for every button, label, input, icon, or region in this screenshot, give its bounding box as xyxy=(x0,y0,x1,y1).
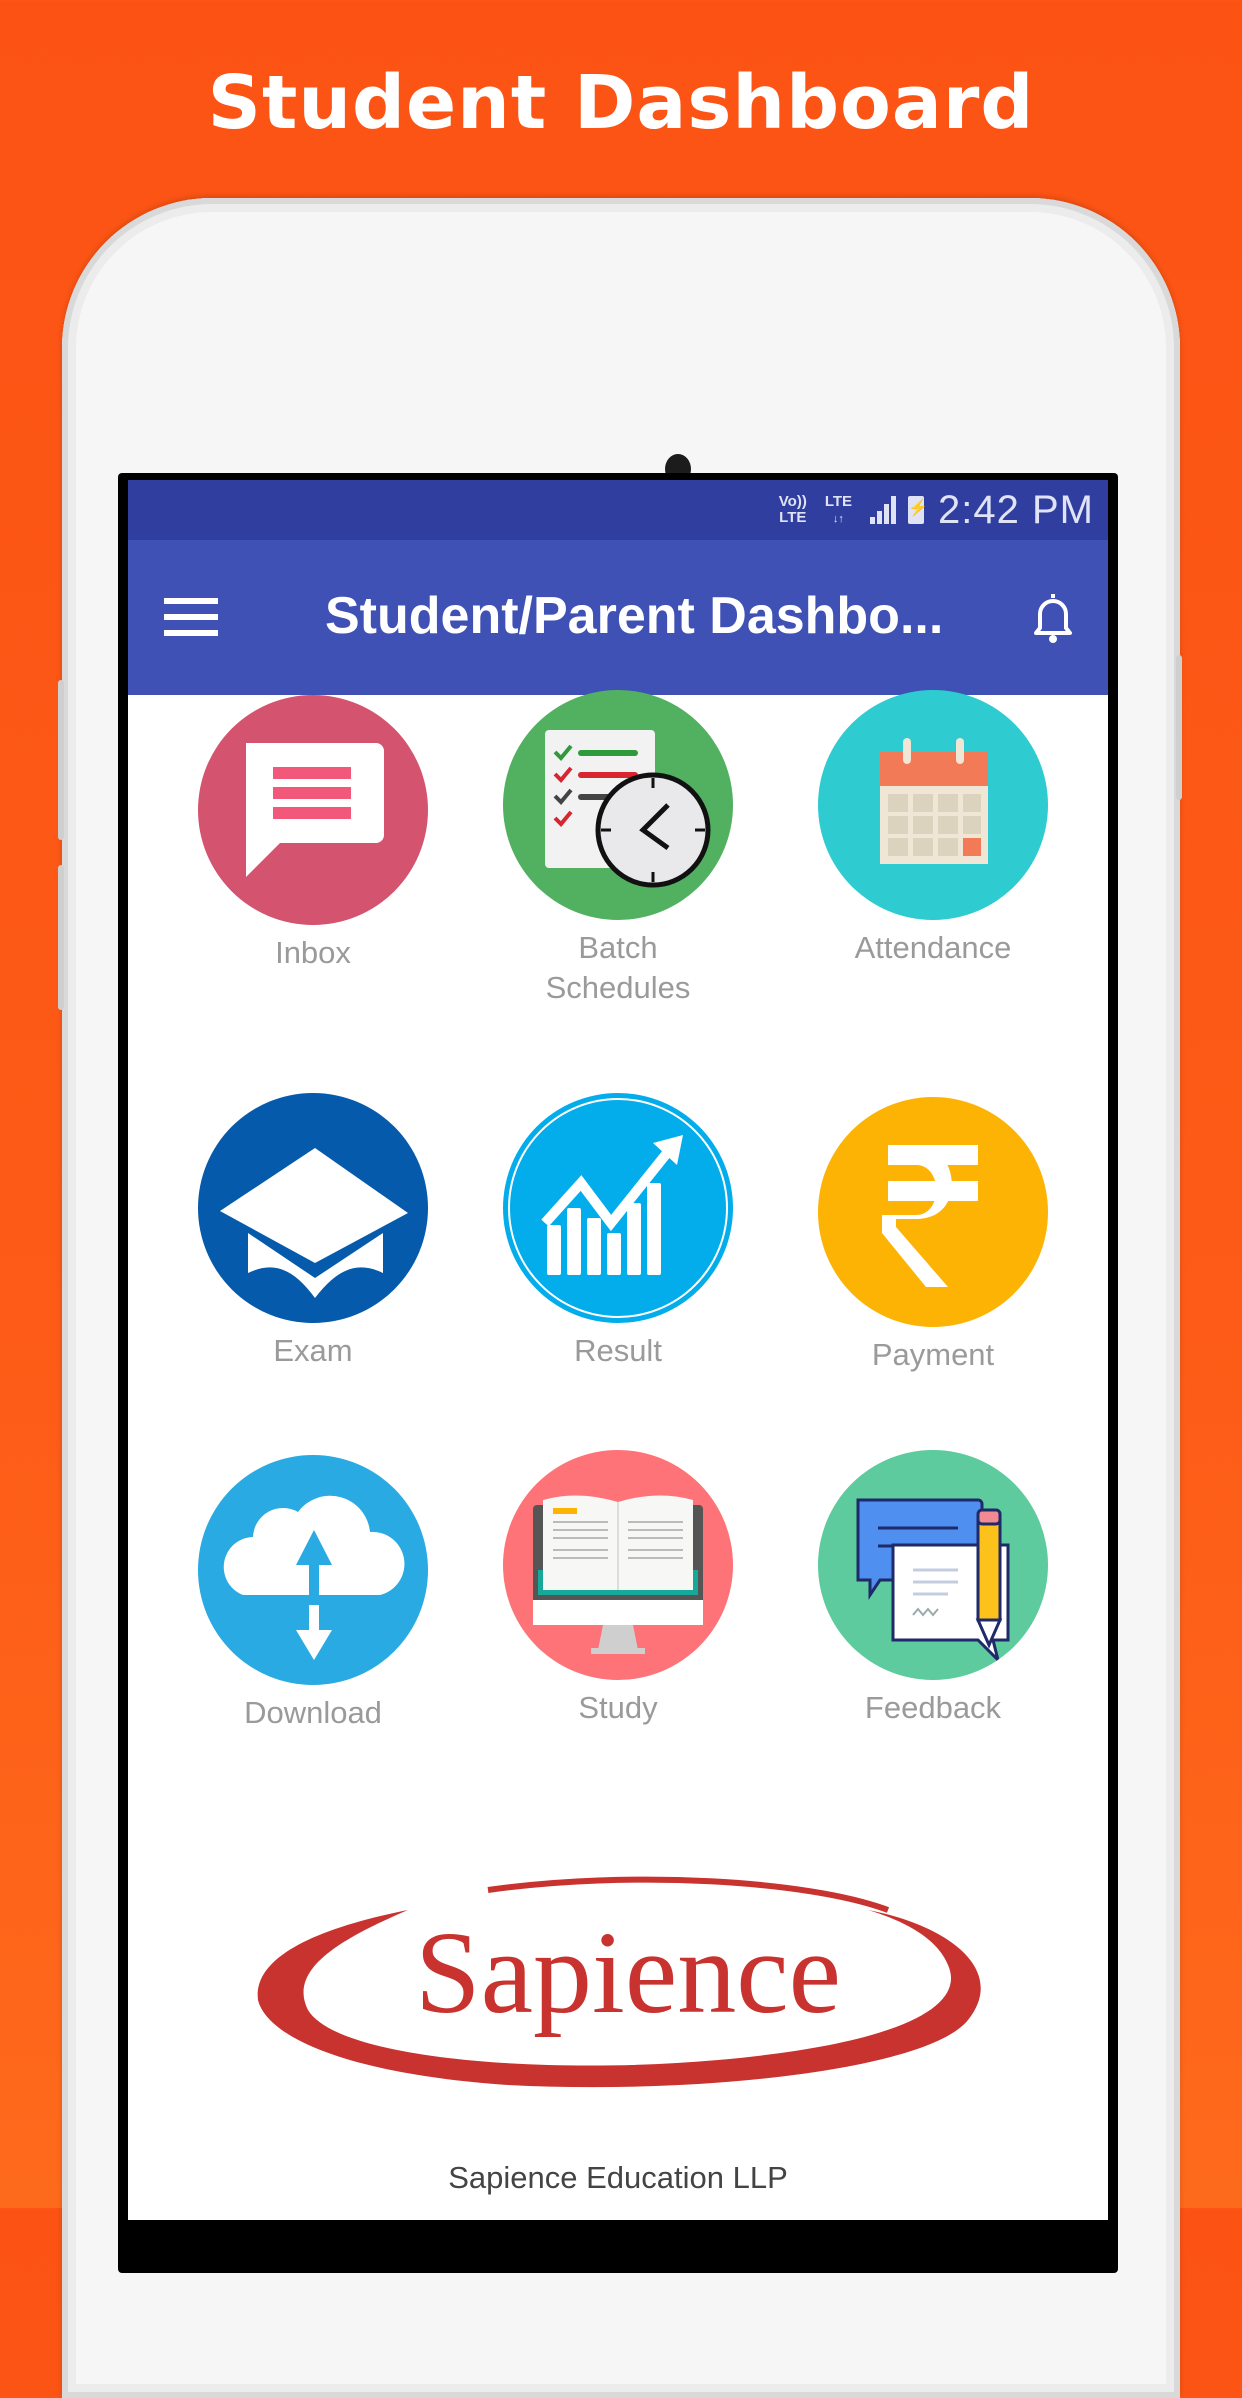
tile-label: Payment xyxy=(871,1337,995,1372)
tile-attendance[interactable]: Attendance xyxy=(783,690,1083,968)
feedback-pencil-icon xyxy=(818,1450,1048,1680)
tile-label-line1: Batch xyxy=(578,930,658,965)
battery-charging-icon xyxy=(908,496,928,524)
tile-label: Inbox xyxy=(275,935,351,970)
network-type: LTE xyxy=(824,492,853,510)
tile-label-line2: Schedules xyxy=(545,970,691,1005)
status-bar: Vo))LTE LTE↓↑ 2:42 PM xyxy=(128,480,1108,540)
app-bar: Student/Parent Dashbo... xyxy=(128,540,1108,695)
tile-batch-schedules[interactable]: Batch Schedules xyxy=(468,690,768,1008)
tile-label: Batch Schedules xyxy=(468,928,768,1008)
lte-data-icon: LTE ↓↑ xyxy=(824,492,853,525)
tile-inbox[interactable]: Inbox xyxy=(163,695,463,973)
tile-exam[interactable]: Exam xyxy=(163,1093,463,1371)
tile-payment[interactable]: Payment xyxy=(783,1097,1083,1375)
status-time: 2:42 PM xyxy=(938,487,1094,532)
tile-label: Result xyxy=(574,1333,662,1368)
volume-up-button xyxy=(58,680,64,840)
company-name: Sapience Education LLP xyxy=(448,2160,788,2195)
calendar-icon xyxy=(818,690,1048,920)
graduation-cap-icon xyxy=(198,1093,428,1323)
cloud-transfer-icon xyxy=(198,1455,428,1685)
logo-text: Sapience xyxy=(415,1907,841,2038)
rupee-icon xyxy=(818,1097,1048,1327)
promo-title: Student Dashboard xyxy=(207,60,1035,146)
growth-chart-icon xyxy=(503,1093,733,1323)
tile-label: Exam xyxy=(273,1333,353,1368)
power-button xyxy=(1176,655,1182,800)
tile-label: Attendance xyxy=(854,930,1012,965)
chat-bubble-icon xyxy=(198,695,428,925)
page-title: Student/Parent Dashbo... xyxy=(325,587,944,645)
bell-icon[interactable] xyxy=(1030,590,1076,646)
tile-download[interactable]: Download xyxy=(163,1455,463,1733)
tile-feedback[interactable]: Feedback xyxy=(783,1450,1083,1728)
app-screen: Vo))LTE LTE↓↑ 2:42 PM Student/Parent Das… xyxy=(128,480,1108,2220)
tile-result[interactable]: Result xyxy=(468,1093,768,1371)
volume-down-button xyxy=(58,865,64,1010)
volte-icon: Vo)) LTE xyxy=(778,493,807,526)
signal-strength-icon xyxy=(870,496,898,524)
sapience-logo: Sapience xyxy=(248,1870,1008,2100)
tile-study[interactable]: Study xyxy=(468,1450,768,1728)
tile-label: Feedback xyxy=(864,1690,1002,1725)
tile-label: Download xyxy=(244,1695,382,1730)
tile-label: Study xyxy=(578,1690,658,1725)
checklist-clock-icon xyxy=(503,690,733,920)
hamburger-menu-icon[interactable] xyxy=(164,598,218,636)
book-monitor-icon xyxy=(503,1450,733,1680)
